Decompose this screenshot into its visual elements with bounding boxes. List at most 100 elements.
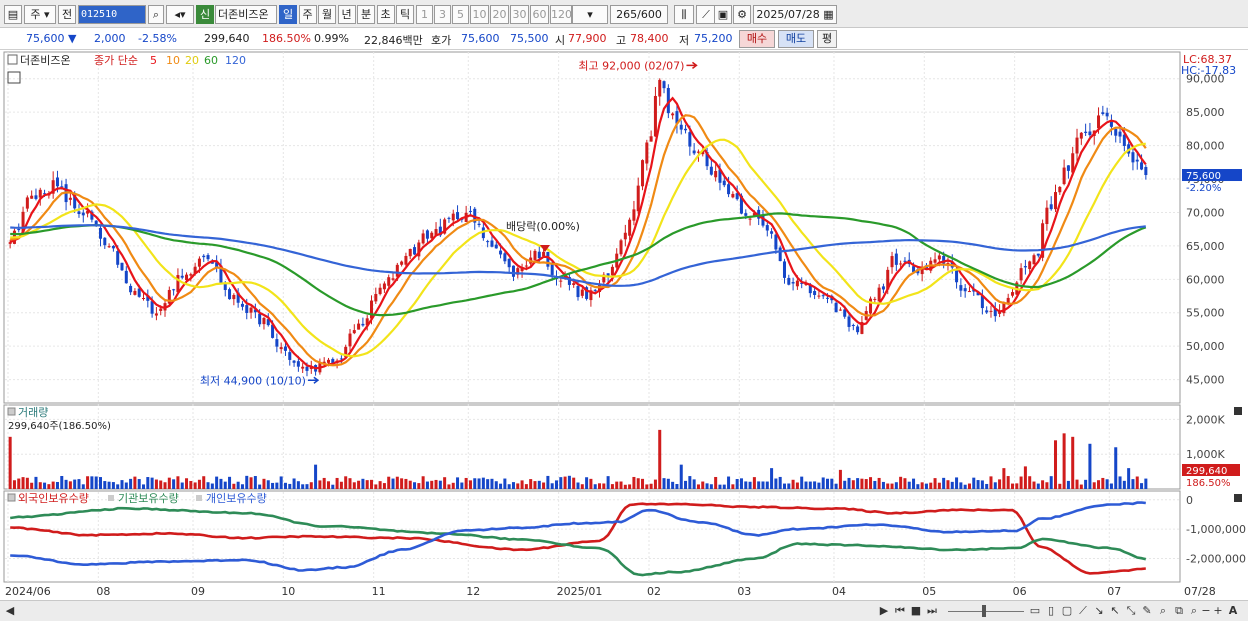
low-price: 75,200 bbox=[694, 32, 733, 45]
period-tab-5[interactable]: 초 bbox=[376, 5, 395, 24]
interval-button-60[interactable]: 60 bbox=[530, 5, 549, 24]
candle-body bbox=[408, 248, 412, 257]
zoom-slider[interactable] bbox=[948, 611, 1024, 612]
interval-button-30[interactable]: 30 bbox=[510, 5, 529, 24]
volume-bar bbox=[989, 476, 993, 489]
zoom-slider-handle[interactable] bbox=[982, 605, 986, 617]
period-tab-4[interactable]: 분 bbox=[357, 5, 375, 24]
scroll-left-icon[interactable]: ◀ bbox=[4, 604, 16, 618]
font-size-icon[interactable]: A bbox=[1226, 604, 1240, 618]
volume-bar bbox=[1015, 483, 1019, 489]
holding-panel-close-icon[interactable] bbox=[1234, 494, 1242, 502]
candle-body bbox=[653, 95, 657, 137]
volume-bar bbox=[253, 476, 257, 489]
zoom-out-minus-icon[interactable]: − bbox=[1200, 604, 1212, 618]
window-menu-icon[interactable]: ▤ bbox=[4, 5, 22, 24]
volume-bar bbox=[249, 477, 253, 489]
zoom-in-plus-icon[interactable]: + bbox=[1212, 604, 1224, 618]
holding-panel-menu-icon[interactable] bbox=[7, 493, 16, 502]
magnifier-icon[interactable]: ⌕ bbox=[1156, 604, 1170, 618]
volume-bar bbox=[146, 477, 150, 489]
interval-button-1[interactable]: 1 bbox=[416, 5, 433, 24]
eval-button[interactable]: 평 bbox=[817, 30, 837, 48]
count-field[interactable]: 265/600 bbox=[610, 5, 668, 24]
current-price-tag-text: 75,600 bbox=[1186, 171, 1221, 182]
interval-button-10[interactable]: 10 bbox=[470, 5, 489, 24]
save-icon[interactable]: ▣ bbox=[714, 5, 732, 24]
price-y-tick-label: 55,000 bbox=[1186, 307, 1225, 320]
volume-bar bbox=[1041, 480, 1045, 489]
cursor-icon[interactable]: ↖ bbox=[1108, 604, 1122, 618]
split-view-icon[interactable]: ▭ bbox=[1028, 604, 1042, 618]
speaker-icon[interactable]: ◂▾ bbox=[166, 5, 194, 24]
period-tab-2[interactable]: 월 bbox=[318, 5, 336, 24]
volume-bar bbox=[258, 484, 262, 489]
volume-bar bbox=[314, 464, 318, 489]
candle-body bbox=[421, 233, 425, 244]
stock-code-input[interactable]: 012510 bbox=[78, 5, 146, 24]
volume-bar bbox=[400, 478, 404, 489]
draw-line-icon[interactable]: ↘ bbox=[1092, 604, 1106, 618]
sell-button[interactable]: 매도 bbox=[778, 30, 814, 48]
stop-icon[interactable]: ■ bbox=[910, 604, 922, 618]
quote-bar: 75,600 ▼ 2,000 -2.58% 299,640 186.50% 0.… bbox=[0, 28, 1248, 50]
volume-bar bbox=[185, 478, 189, 489]
interval-button-120[interactable]: 120 bbox=[550, 5, 572, 24]
search-icon[interactable]: ⌕ bbox=[148, 5, 164, 24]
volume-bar bbox=[150, 477, 154, 489]
volume-bar bbox=[137, 479, 141, 489]
pencil-icon[interactable]: ✎ bbox=[1140, 604, 1154, 618]
volume-bar bbox=[1097, 480, 1101, 489]
volume-bar bbox=[421, 476, 425, 489]
candle-body bbox=[937, 255, 941, 260]
bid-price: 75,500 bbox=[510, 32, 549, 45]
period-tab-6[interactable]: 틱 bbox=[396, 5, 414, 24]
candle-type-icon[interactable]: ⫼ bbox=[674, 5, 694, 24]
volume-bar bbox=[417, 483, 421, 489]
scroll-right-icon[interactable]: ▶ bbox=[878, 604, 890, 618]
fast-forward-icon[interactable]: ⏭ bbox=[926, 604, 938, 618]
buy-button[interactable]: 매수 bbox=[739, 30, 775, 48]
interval-dropdown[interactable]: ▾ bbox=[572, 5, 608, 24]
period-tab-0[interactable]: 일 bbox=[279, 5, 297, 24]
period-selector[interactable]: 주 ▾ bbox=[24, 5, 56, 24]
zoom-in-icon[interactable]: ⌕ bbox=[1188, 604, 1200, 618]
candle-body bbox=[107, 246, 111, 248]
candle-body bbox=[580, 289, 584, 296]
stock-chart[interactable]: 2024/06 08 09 10 11 12 2025/01 02 03 04 05 06 07 07/2… bbox=[0, 50, 1248, 600]
volume-panel-close-icon[interactable] bbox=[1234, 407, 1242, 415]
volume-bar bbox=[64, 479, 68, 489]
volume-bar bbox=[602, 483, 606, 489]
volume-bar bbox=[17, 478, 21, 489]
holding-y-tick-label: 0 bbox=[1186, 494, 1193, 507]
candle-body bbox=[821, 295, 825, 297]
candle-body bbox=[30, 195, 34, 199]
volume-bar bbox=[937, 482, 941, 489]
interval-button-5[interactable]: 5 bbox=[452, 5, 469, 24]
period-tab-3[interactable]: 년 bbox=[337, 5, 356, 24]
trend-tool-icon[interactable]: ⟋ bbox=[1076, 604, 1090, 618]
screen-icon[interactable]: ▢ bbox=[1060, 604, 1074, 618]
date-field[interactable]: 2025/07/28 ▦ bbox=[753, 5, 837, 24]
volume-bar bbox=[877, 477, 881, 489]
fibonacci-icon[interactable]: ⤡ bbox=[1124, 604, 1138, 618]
volume-bar bbox=[946, 480, 950, 489]
candle-body bbox=[1023, 266, 1027, 268]
prev-button[interactable]: 전 bbox=[58, 5, 76, 24]
period-tab-1[interactable]: 주 bbox=[298, 5, 317, 24]
interval-button-3[interactable]: 3 bbox=[434, 5, 451, 24]
x-axis-tick-label: 07 bbox=[1107, 585, 1121, 598]
candle-body bbox=[1079, 132, 1083, 139]
draw-tool-icon[interactable]: ⟋ bbox=[696, 5, 716, 24]
volume-panel-menu-icon[interactable] bbox=[7, 407, 16, 416]
copy-icon[interactable]: ⧉ bbox=[1172, 604, 1186, 618]
layout-icon[interactable]: ▯ bbox=[1044, 604, 1058, 618]
volume-bar bbox=[890, 483, 894, 489]
chart-area[interactable]: 2024/06 08 09 10 11 12 2025/01 02 03 04 05 06 07 07/2… bbox=[0, 50, 1248, 600]
volume-bar bbox=[142, 484, 146, 489]
volume-bar bbox=[8, 436, 12, 489]
gear-icon[interactable]: ⚙ bbox=[733, 5, 751, 24]
interval-button-20[interactable]: 20 bbox=[490, 5, 509, 24]
candle-body bbox=[180, 275, 184, 278]
rewind-icon[interactable]: ⏮ bbox=[894, 604, 906, 618]
